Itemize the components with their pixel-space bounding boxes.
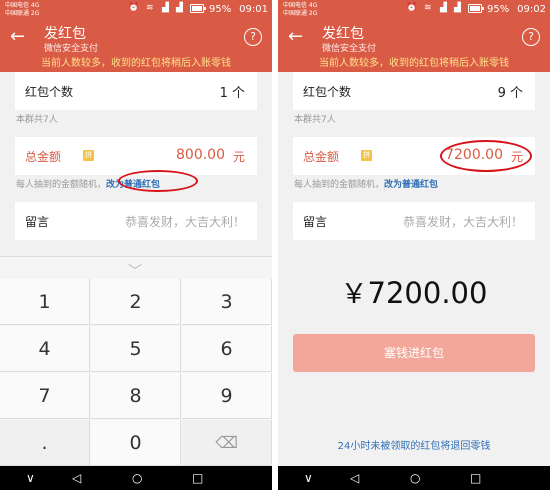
count-label: 红包个数 <box>303 85 352 99</box>
nav-recent-icon[interactable]: □ <box>470 471 481 485</box>
count-value: 1 个 <box>219 86 245 101</box>
annotation-circle <box>118 170 198 192</box>
page-subtitle: 微信安全支付 <box>44 44 99 54</box>
clock: 09:02 <box>517 4 546 15</box>
key-3[interactable]: 3 <box>182 279 272 325</box>
battery-icon <box>190 4 206 13</box>
refund-note[interactable]: 24小时未被领取的红包将退回零钱 <box>278 437 550 452</box>
signal-icon: ▟ <box>176 3 183 13</box>
battery-icon <box>468 4 484 13</box>
nav-down-icon[interactable]: ∨ <box>26 471 35 485</box>
message-field[interactable]: 留言 恭喜发财，大吉大利！ <box>293 202 535 240</box>
message-placeholder: 恭喜发财，大吉大利！ <box>402 215 523 229</box>
status-bar: 中国电信 4G 中国联通 2G ⏰ ≋ ▟ ▟ 95% 09:01 <box>0 0 272 20</box>
notice-banner: 当前人数较多，收到的红包将稍后入账零钱 <box>0 56 272 72</box>
key-6[interactable]: 6 <box>182 326 272 372</box>
total-amount-display: ￥7200.00 <box>340 276 488 310</box>
nav-back-icon[interactable]: ◁ <box>72 471 81 485</box>
amount-label: 总金额 <box>303 150 340 164</box>
notice-banner: 当前人数较多，收到的红包将稍后入账零钱 <box>278 56 550 72</box>
app-bar: ← 发红包 微信安全支付 ? <box>0 20 272 56</box>
chevron-down-icon[interactable]: ﹀ <box>128 261 142 281</box>
signal-icon: ▟ <box>454 3 461 13</box>
key-1[interactable]: 1 <box>0 279 90 325</box>
page-title: 发红包 <box>322 26 364 42</box>
alarm-icon: ⏰ <box>128 3 140 13</box>
screen-left: 中国电信 4G 中国联通 2G ⏰ ≋ ▟ ▟ 95% 09:01 ← 发红包 … <box>0 0 272 490</box>
count-field[interactable]: 红包个数 9 个 <box>293 72 535 110</box>
message-label: 留言 <box>303 215 328 229</box>
battery-percent: 95% <box>487 4 510 15</box>
amount-field[interactable]: 总金额 拼 800.00 元 <box>15 137 257 175</box>
status-bar: 中国电信 4G 中国联通 2G ⏰ ≋ ▟ ▟ 95% 09:02 <box>278 0 550 20</box>
numeric-keypad: ﹀ 1 2 3 4 5 6 7 8 9. 0 ⌫ <box>0 256 272 466</box>
key-0[interactable]: 0 <box>91 420 181 466</box>
carrier-labels: 中国电信 4G 中国联通 2G <box>5 2 40 17</box>
system-navbar: ∨ ◁ ○ □ <box>0 466 272 490</box>
clock: 09:01 <box>239 4 268 15</box>
battery-percent: 95% <box>209 4 232 15</box>
nav-back-icon[interactable]: ◁ <box>350 471 359 485</box>
amount-unit: 元 <box>232 150 245 164</box>
count-value: 9 个 <box>497 86 523 101</box>
wifi-icon: ≋ <box>146 3 154 13</box>
amount-value: 800.00 <box>176 147 225 163</box>
message-label: 留言 <box>25 215 50 229</box>
key-dot[interactable]: . <box>0 420 90 466</box>
key-5[interactable]: 5 <box>91 326 181 372</box>
page-title: 发红包 <box>44 26 86 42</box>
wifi-icon: ≋ <box>424 3 432 13</box>
key-9[interactable]: 9 <box>182 373 272 419</box>
message-field[interactable]: 留言 恭喜发财，大吉大利！ <box>15 202 257 240</box>
alarm-icon: ⏰ <box>406 3 418 13</box>
switch-normal-link[interactable]: 改为普通红包 <box>384 180 438 190</box>
nav-home-icon[interactable]: ○ <box>132 471 142 485</box>
lucky-badge-icon: 拼 <box>361 150 372 161</box>
count-field[interactable]: 红包个数 1 个 <box>15 72 257 110</box>
count-label: 红包个数 <box>25 85 74 99</box>
backspace-icon[interactable]: ⌫ <box>182 420 272 466</box>
group-hint: 本群共7人 <box>294 115 336 125</box>
nav-recent-icon[interactable]: □ <box>192 471 203 485</box>
key-2[interactable]: 2 <box>91 279 181 325</box>
lucky-badge-icon: 拼 <box>83 150 94 161</box>
amount-label: 总金额 <box>25 150 62 164</box>
screen-right: 中国电信 4G 中国联通 2G ⏰ ≋ ▟ ▟ 95% 09:02 ← 发红包 … <box>278 0 550 490</box>
page-subtitle: 微信安全支付 <box>322 44 377 54</box>
system-navbar: ∨ ◁ ○ □ <box>278 466 550 490</box>
random-hint: 每人抽到的金额随机，改为普通红包 <box>294 180 439 190</box>
key-7[interactable]: 7 <box>0 373 90 419</box>
signal-icon: ▟ <box>162 3 169 13</box>
stuff-money-button[interactable]: 塞钱进红包 <box>293 334 535 372</box>
arrow-left-icon[interactable]: ← <box>288 27 303 47</box>
arrow-left-icon[interactable]: ← <box>10 27 25 47</box>
key-8[interactable]: 8 <box>91 373 181 419</box>
signal-icon: ▟ <box>440 3 447 13</box>
nav-down-icon[interactable]: ∨ <box>304 471 313 485</box>
group-hint: 本群共7人 <box>16 115 58 125</box>
app-bar: ← 发红包 微信安全支付 ? <box>278 20 550 56</box>
key-4[interactable]: 4 <box>0 326 90 372</box>
annotation-circle <box>440 140 532 172</box>
question-circle-icon[interactable]: ? <box>244 28 262 46</box>
nav-home-icon[interactable]: ○ <box>410 471 420 485</box>
carrier-labels: 中国电信 4G 中国联通 2G <box>283 2 318 17</box>
question-circle-icon[interactable]: ? <box>522 28 540 46</box>
message-placeholder: 恭喜发财，大吉大利！ <box>124 215 245 229</box>
